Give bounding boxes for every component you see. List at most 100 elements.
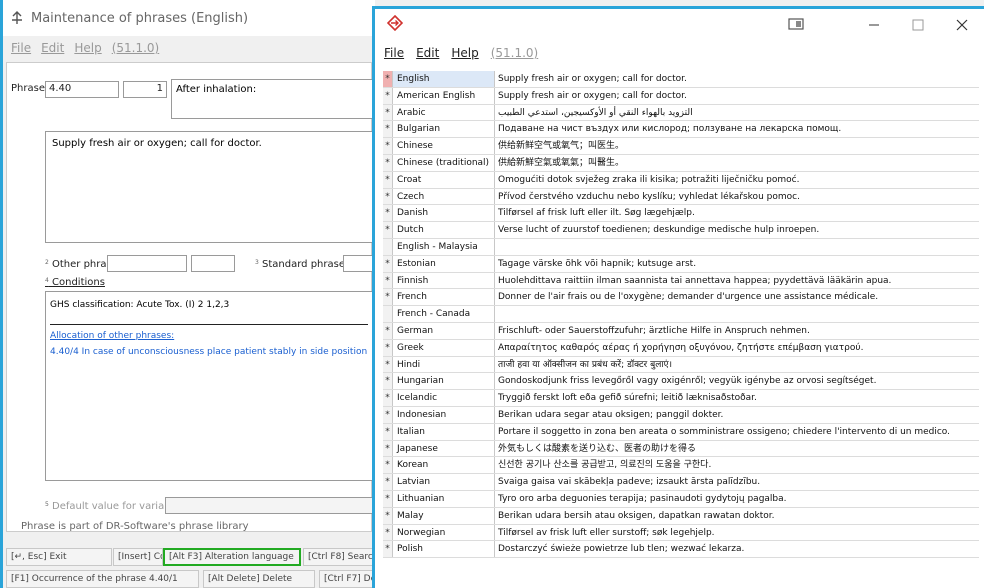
search-button[interactable]: [Ctrl F8] Search [303, 548, 375, 566]
translation-row[interactable]: * Greek Απαραίτητος καθαρός αέρας ή χορήγη… [383, 339, 979, 357]
phrase-translation-cell[interactable]: Portare il soggetto in zona ben areata o… [495, 424, 979, 440]
phrase-translation-cell[interactable]: Přívod čerstvého vzduchu nebo kyslíku; v… [495, 189, 979, 205]
translation-row[interactable]: * Arabic التزويد بالهواء النقي أو الأوكسيج… [383, 104, 979, 122]
phrase-translation-cell[interactable]: 신선한 공기나 산소를 공급받고, 의료진의 도움을 구한다. [495, 457, 979, 473]
language-cell[interactable]: Greek [393, 339, 495, 356]
delete-button[interactable]: [Alt Delete] Delete [203, 570, 315, 588]
language-cell[interactable]: Italian [393, 423, 495, 440]
translation-row[interactable]: * Indonesian Berikan udara segar atau oksi… [383, 406, 979, 424]
phrase-translation-cell[interactable]: 外気もしくは酸素を送り込む、医者の助けを得る [495, 441, 979, 457]
phrase-translation-cell[interactable]: Berikan udara bersih atau oksigen, dapat… [495, 508, 979, 524]
language-cell[interactable]: Polish [393, 541, 495, 558]
translation-row[interactable]: * Latvian Svaiga gaisa vai skābekļa padeve… [383, 474, 979, 491]
conditions-box[interactable]: GHS classification: Acute Tox. (I) 2 1,2… [45, 291, 373, 481]
translation-row[interactable]: * Japanese 外気もしくは酸素を送り込む、医者の助けを得る [383, 440, 979, 458]
language-cell[interactable]: Croat [393, 171, 495, 188]
phrase-number-field[interactable]: 1 [123, 81, 167, 98]
close-icon[interactable] [940, 9, 984, 41]
phrase-translation-cell[interactable]: Gondoskodjunk friss levegőről vagy oxigé… [495, 373, 979, 389]
language-cell[interactable]: Indonesian [393, 406, 495, 423]
language-cell[interactable]: English [393, 71, 495, 87]
back-menu-file[interactable]: File [11, 41, 31, 55]
default-value-field[interactable] [165, 497, 373, 514]
translation-row[interactable]: * Dutch Verse lucht of zuurstof toedienen;… [383, 222, 979, 239]
translation-row[interactable]: * Norwegian Tilførsel av frisk luft eller … [383, 524, 979, 542]
phrase-translation-cell[interactable]: Tyro oro arba deguonies terapija; pasina… [495, 491, 979, 507]
window-icon[interactable] [788, 16, 804, 35]
language-cell[interactable]: French - Canada [393, 306, 495, 322]
ctrl-delete-button[interactable]: [Ctrl F7] Dele [319, 570, 375, 588]
standard-phrase-field[interactable] [343, 255, 373, 272]
front-menu-help[interactable]: Help [451, 46, 478, 60]
alteration-language-button[interactable]: [Alt F3] Alteration language [163, 548, 301, 566]
translation-row[interactable]: * Korean 신선한 공기나 산소를 공급받고, 의료진의 도움을 구한다. [383, 457, 979, 475]
language-cell[interactable]: Estonian [393, 255, 495, 272]
language-cell[interactable]: Norwegian [393, 524, 495, 541]
translation-row[interactable]: * Italian Portare il soggetto in zona ben … [383, 423, 979, 441]
phrase-translation-cell[interactable]: Verse lucht of zuurstof toedienen; desku… [495, 222, 979, 238]
translation-row[interactable]: * German Frischluft- oder Sauerstoffzufuhr… [383, 322, 979, 340]
back-menu-help[interactable]: Help [74, 41, 101, 55]
translation-row[interactable]: * English Supply fresh air or oxygen; call… [383, 71, 979, 88]
translation-row[interactable]: * Malay Berikan udara bersih atau oksigen,… [383, 507, 979, 525]
translation-row[interactable]: * Icelandic Tryggið ferskt loft eða gefið … [383, 390, 979, 407]
language-cell[interactable]: Chinese (traditional) [393, 154, 495, 171]
conditions-label[interactable]: 4 Conditions [45, 277, 105, 288]
language-cell[interactable]: Hungarian [393, 373, 495, 390]
phrase-translation-cell[interactable] [495, 239, 979, 255]
allocation-link[interactable]: Allocation of other phrases: [50, 331, 368, 341]
phrase-text-area[interactable]: Supply fresh air or oxygen; call for doc… [45, 131, 373, 243]
language-cell[interactable]: Lithuanian [393, 490, 495, 507]
language-cell[interactable]: Malay [393, 507, 495, 524]
phrase-translation-cell[interactable]: Huolehdittava raittiin ilman saannista t… [495, 273, 979, 289]
language-cell[interactable]: Chinese [393, 138, 495, 154]
language-cell[interactable]: German [393, 322, 495, 339]
phrase-translation-cell[interactable]: 供给新鲜空气或氧气；叫医生。 [495, 138, 979, 154]
language-cell[interactable]: Arabic [393, 104, 495, 121]
translation-row[interactable]: * French Donner de l'air frais ou de l'oxy… [383, 289, 979, 307]
other-phrase-number-field[interactable] [191, 255, 235, 272]
language-cell[interactable]: French [393, 289, 495, 306]
translation-row[interactable]: * Hungarian Gondoskodjunk friss levegőről … [383, 373, 979, 391]
translation-row[interactable]: * American English Supply fresh air or oxy… [383, 87, 979, 105]
front-menu-file[interactable]: File [384, 46, 404, 60]
after-inhalation-box[interactable]: After inhalation: [171, 79, 373, 119]
phrase-translation-cell[interactable]: Tilførsel av frisk luft eller surstoff; … [495, 525, 979, 541]
language-cell[interactable]: English - Malaysia [393, 238, 495, 255]
front-menu-edit[interactable]: Edit [416, 46, 439, 60]
translation-row[interactable]: French - Canada [383, 306, 979, 323]
language-cell[interactable]: Dutch [393, 222, 495, 238]
phrase-translation-cell[interactable]: Dostarczyć świeże powietrze lub tlen; we… [495, 541, 979, 557]
translation-row[interactable]: * Chinese (traditional) 供給新鮮空氣或氧氣；叫醫生。 [383, 154, 979, 172]
phrase-translation-cell[interactable]: Berikan udara segar atau oksigen; panggi… [495, 407, 979, 423]
phrase-translation-cell[interactable]: Frischluft- oder Sauerstoffzufuhr; ärztl… [495, 323, 979, 339]
language-cell[interactable]: Hindi [393, 356, 495, 373]
phrase-translation-cell[interactable]: 供給新鮮空氣或氧氣；叫醫生。 [495, 155, 979, 171]
maximize-icon[interactable] [896, 9, 940, 41]
translation-row[interactable]: * Croat Omogućiti dotok svježeg zraka ili … [383, 171, 979, 189]
minimize-icon[interactable] [852, 9, 896, 41]
exit-button[interactable]: [↵, Esc] Exit [6, 548, 112, 566]
language-cell[interactable]: Japanese [393, 440, 495, 457]
language-cell[interactable]: Danish [393, 205, 495, 222]
front-menu-version[interactable]: (51.1.0) [491, 46, 539, 60]
language-cell[interactable]: Bulgarian [393, 121, 495, 138]
translation-row[interactable]: * Bulgarian Подаване на чист въздух или ки… [383, 121, 979, 139]
translation-row[interactable]: * Czech Přívod čerstvého vzduchu nebo kysl… [383, 188, 979, 206]
phrase-translation-cell[interactable]: ताजी हवा या ऑक्सीजन का प्रबंध करें; डॉक्… [495, 357, 979, 373]
phrase-translation-cell[interactable]: Подаване на чист въздух или кислород; по… [495, 121, 979, 137]
conditions-button[interactable]: [Insert] Conditions [113, 548, 163, 566]
language-cell[interactable]: American English [393, 87, 495, 104]
allocation-item[interactable]: 4.40/4 In case of unconsciousness place … [50, 347, 368, 357]
phrase-translation-cell[interactable]: Supply fresh air or oxygen; call for doc… [495, 88, 979, 104]
back-menu-edit[interactable]: Edit [41, 41, 64, 55]
translation-row[interactable]: * Lithuanian Tyro oro arba deguonies terap… [383, 490, 979, 508]
translation-row[interactable]: * Finnish Huolehdittava raittiin ilman saa… [383, 272, 979, 290]
phrase-code-field[interactable]: 4.40 [45, 81, 119, 98]
phrase-translation-cell[interactable]: Supply fresh air or oxygen; call for doc… [495, 71, 979, 87]
translation-row[interactable]: * Chinese 供给新鲜空气或氧气；叫医生。 [383, 138, 979, 155]
phrase-translation-cell[interactable] [495, 306, 979, 322]
phrase-translation-cell[interactable]: Omogućiti dotok svježeg zraka ili kisika… [495, 172, 979, 188]
phrase-translation-cell[interactable]: Donner de l'air frais ou de l'oxygène; d… [495, 289, 979, 305]
translation-row[interactable]: * Danish Tilførsel af frisk luft eller ilt… [383, 205, 979, 223]
